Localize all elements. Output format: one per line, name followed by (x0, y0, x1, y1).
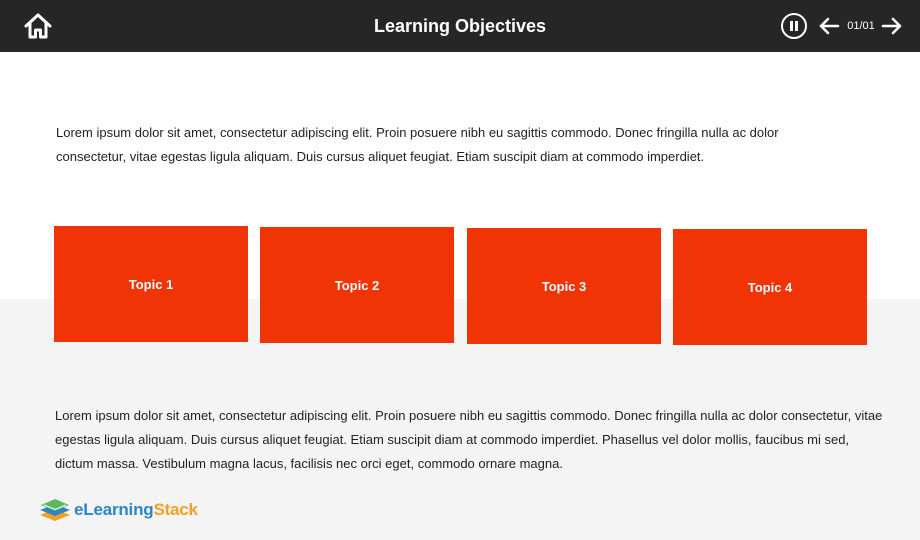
body-paragraph: Lorem ipsum dolor sit amet, consectetur … (55, 408, 883, 471)
stack-books-icon (40, 499, 70, 521)
logo-text-secondary: Stack (153, 500, 198, 519)
page-counter: 01/01 (847, 20, 875, 32)
arrow-right-icon (881, 17, 902, 35)
topic-card-3[interactable]: Topic 3 (467, 228, 661, 344)
arrow-left-icon (819, 17, 840, 35)
home-button[interactable] (22, 10, 54, 42)
topic-card-2[interactable]: Topic 2 (260, 227, 454, 343)
next-button[interactable] (881, 15, 903, 37)
previous-button[interactable] (818, 15, 840, 37)
intro-paragraph: Lorem ipsum dolor sit amet, consectetur … (56, 125, 779, 164)
pause-icon-bar (795, 21, 798, 31)
home-icon (24, 13, 52, 39)
topic-card-label: Topic 4 (747, 279, 793, 295)
topic-card-label: Topic 2 (334, 277, 380, 293)
pause-button[interactable] (781, 13, 807, 39)
logo-text-primary: eLearning (74, 500, 154, 519)
topic-card-1[interactable]: Topic 1 (54, 226, 248, 342)
top-bar: Learning Objectives 01/01 (0, 0, 920, 52)
topic-card-label: Topic 1 (128, 276, 174, 292)
topic-card-4[interactable]: Topic 4 (673, 229, 867, 345)
topic-card-label: Topic 3 (541, 278, 587, 294)
pause-icon (790, 21, 793, 31)
elearningstack-logo: eLearningStack (38, 496, 198, 524)
logo-text: eLearningStack (74, 500, 198, 520)
